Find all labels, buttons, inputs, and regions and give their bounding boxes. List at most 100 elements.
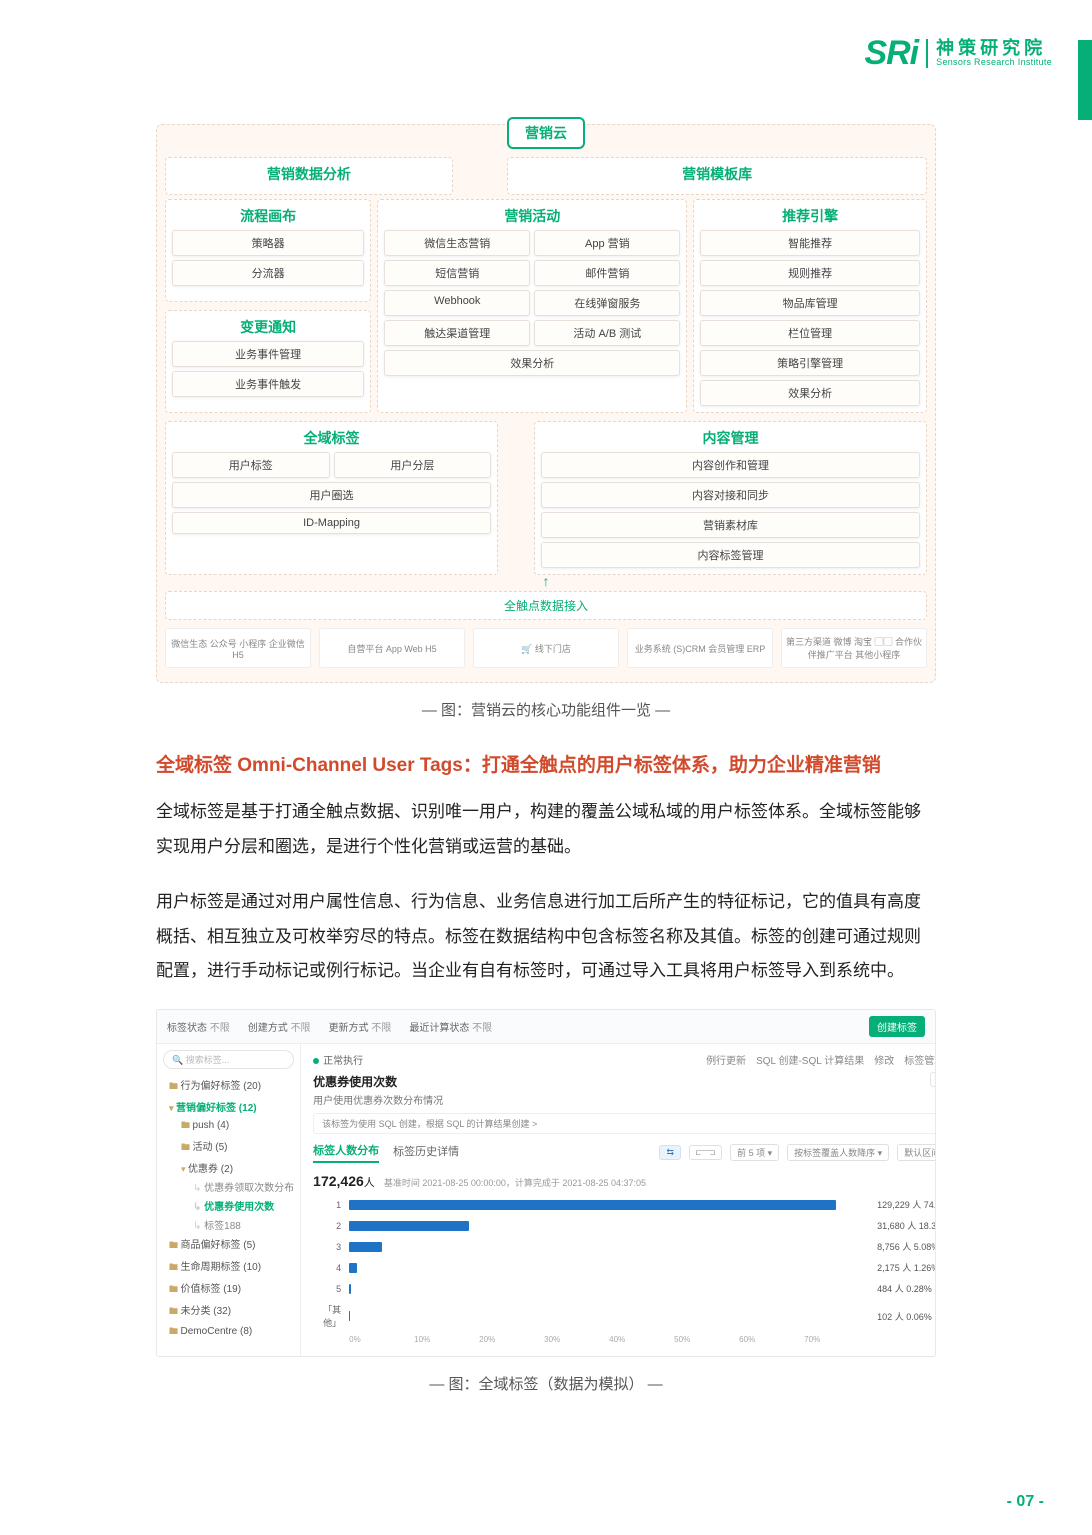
- filter: 最近计算状态 不限: [409, 1019, 498, 1034]
- tree-item[interactable]: 优惠券使用次数: [169, 1196, 294, 1215]
- brand-mark: SRi: [864, 34, 918, 73]
- tree-item[interactable]: 生命周期标签 (10): [169, 1256, 294, 1278]
- channel-box: 业务系统 (S)CRM 会员管理 ERP: [627, 628, 773, 668]
- tree-item[interactable]: 活动 (5): [169, 1136, 294, 1158]
- tag-tree[interactable]: 🔍 搜索标签... 行为偏好标签 (20)营销偏好标签 (12)push (4)…: [157, 1044, 301, 1356]
- tree-item[interactable]: DemoCentre (8): [169, 1322, 294, 1342]
- panel-head-activity: 营销活动: [384, 204, 680, 230]
- filter: 创建方式 不限: [248, 1019, 317, 1034]
- cell: 用户分层: [334, 452, 492, 478]
- bar-row: 「其他」102 人 0.06%: [313, 1303, 936, 1329]
- brand-lockup: SRi 神策研究院 Sensors Research Institute: [864, 34, 1052, 73]
- cell: 用户圈选: [172, 482, 491, 508]
- panel-head-tags: 全域标签: [172, 426, 491, 452]
- paragraph: 用户标签是通过对用户属性信息、行为信息、业务信息进行加工后所产生的特征标记，它的…: [156, 885, 936, 990]
- diagram-title-badge: 营销云: [507, 117, 585, 149]
- status-badge: 正常执行: [313, 1052, 363, 1067]
- channel-row: 微信生态 公众号 小程序 企业微信 H5 自营平台 App Web H5 🛒 线…: [165, 628, 927, 668]
- page-number: - 07 -: [1007, 1493, 1044, 1511]
- figure-caption-2: — 图：全域标签（数据为模拟） —: [156, 1373, 936, 1394]
- panel-head-recommend: 推荐引擎: [700, 204, 920, 230]
- tag-detail-pane: 正常执行 例行更新 SQL 创建-SQL 计算结果 修改 标签管理员 优惠券使用…: [301, 1044, 936, 1356]
- tab-bar: 标签人数分布 标签历史详情 ⇆ ⫍⫎ 前 5 项 ▾ 按标签覆盖人数降序 ▾ 默…: [313, 1142, 936, 1163]
- bar-row: 5484 人 0.28%: [313, 1282, 936, 1295]
- data-access-bar: 全触点数据接入: [165, 591, 927, 620]
- sort-select[interactable]: 按标签覆盖人数降序 ▾: [787, 1144, 889, 1161]
- cell: 营销素材库: [541, 512, 920, 538]
- cell: 效果分析: [700, 380, 920, 406]
- section-heading: 全域标签 Omni-Channel User Tags：打通全触点的用户标签体系…: [156, 750, 936, 777]
- tree-item[interactable]: 优惠券领取次数分布: [169, 1177, 294, 1196]
- filter: 更新方式 不限: [329, 1019, 398, 1034]
- cell: 分流器: [172, 260, 364, 286]
- cell: 短信营销: [384, 260, 530, 286]
- chart-type-toggle[interactable]: ⇆: [659, 1145, 681, 1160]
- bar-row: 42,175 人 1.26%: [313, 1261, 936, 1274]
- cell: 业务事件触发: [172, 371, 364, 397]
- meta-item[interactable]: 修改: [874, 1052, 894, 1067]
- cell: 策略器: [172, 230, 364, 256]
- cell: 内容对接和同步: [541, 482, 920, 508]
- filter-bar: 标签状态 不限 创建方式 不限 更新方式 不限 最近计算状态 不限 创建标签: [157, 1010, 935, 1044]
- bar-row: 1129,229 人 74.95%: [313, 1198, 936, 1211]
- tab-distribution[interactable]: 标签人数分布: [313, 1142, 379, 1163]
- cell: 内容创作和管理: [541, 452, 920, 478]
- cell: 效果分析: [384, 350, 680, 376]
- channel-box: 自营平台 App Web H5: [319, 628, 465, 668]
- bar-row: 38,756 人 5.08%: [313, 1240, 936, 1253]
- tags-screenshot: 标签状态 不限 创建方式 不限 更新方式 不限 最近计算状态 不限 创建标签 🔍…: [156, 1009, 936, 1357]
- meta-item[interactable]: 例行更新: [706, 1052, 746, 1067]
- tree-item[interactable]: 行为偏好标签 (20): [169, 1075, 294, 1097]
- figure-caption-1: — 图：营销云的核心功能组件一览 —: [156, 699, 936, 720]
- meta-item: SQL 创建-SQL 计算结果: [756, 1052, 864, 1067]
- tree-item[interactable]: 优惠券 (2): [169, 1158, 294, 1177]
- panel-head-templates: 营销模板库: [514, 162, 920, 188]
- cell-id-mapping: ID-Mapping: [172, 512, 491, 534]
- tree-item[interactable]: 价值标签 (19): [169, 1278, 294, 1300]
- tree-item[interactable]: push (4): [169, 1116, 294, 1136]
- tree-item[interactable]: 商品偏好标签 (5): [169, 1234, 294, 1256]
- tree-item[interactable]: 标签188: [169, 1215, 294, 1234]
- range-select[interactable]: 默认区间 ▾: [897, 1144, 936, 1161]
- create-tag-button[interactable]: 创建标签: [869, 1016, 925, 1037]
- cell: 策略引擎管理: [700, 350, 920, 376]
- filter: 标签状态 不限: [167, 1019, 236, 1034]
- cell: 业务事件管理: [172, 341, 364, 367]
- cell: 微信生态营销: [384, 230, 530, 256]
- marketing-cloud-diagram: 营销云 营销数据分析 营销模板库 流程画布 策略器 分流器: [156, 124, 936, 683]
- cell: 栏位管理: [700, 320, 920, 346]
- cell: 用户标签: [172, 452, 330, 478]
- bar-row: 231,680 人 18.37%: [313, 1219, 936, 1232]
- cell: App 营销: [534, 230, 680, 256]
- cell: 活动 A/B 测试: [534, 320, 680, 346]
- cell: 在线弹窗服务: [534, 290, 680, 316]
- panel-head-canvas: 流程画布: [172, 204, 364, 230]
- chart-mode-toggle[interactable]: ⫍⫎: [689, 1145, 722, 1160]
- search-input[interactable]: 🔍 搜索标签...: [163, 1050, 294, 1069]
- tab-history[interactable]: 标签历史详情: [393, 1143, 459, 1162]
- cell: Webhook: [384, 290, 530, 316]
- channel-box: 🛒 线下门店: [473, 628, 619, 668]
- brand-name-cn: 神策研究院: [936, 39, 1052, 58]
- paragraph: 全域标签是基于打通全触点数据、识别唯一用户，构建的覆盖公域私域的用户标签体系。全…: [156, 795, 936, 865]
- connector-arrow-icon: ↑: [165, 575, 927, 589]
- panel-head-content: 内容管理: [541, 426, 920, 452]
- tag-subtitle: 用户使用优惠券次数分布情况: [313, 1092, 936, 1107]
- channel-box: 第三方渠道 微博 淘宝 ▢▢ 合作伙伴推广平台 其他小程序: [781, 628, 927, 668]
- sql-hint[interactable]: 该标签为使用 SQL 创建，根据 SQL 的计算结果创建 >: [313, 1113, 936, 1134]
- cell: 内容标签管理: [541, 542, 920, 568]
- more-menu-button[interactable]: ···: [930, 1072, 936, 1087]
- summary-line: 172,426人 基准时间 2021-08-25 00:00:00，计算完成于 …: [313, 1173, 936, 1190]
- tree-item[interactable]: 未分类 (32): [169, 1300, 294, 1322]
- cell: 触达渠道管理: [384, 320, 530, 346]
- tag-title: 优惠券使用次数: [313, 1073, 936, 1090]
- channel-box: 微信生态 公众号 小程序 企业微信 H5: [165, 628, 311, 668]
- topn-select[interactable]: 前 5 项 ▾: [730, 1144, 779, 1161]
- cell: 邮件营销: [534, 260, 680, 286]
- cell: 智能推荐: [700, 230, 920, 256]
- tree-item[interactable]: 营销偏好标签 (12): [169, 1097, 294, 1116]
- cell: 物品库管理: [700, 290, 920, 316]
- brand-name-en: Sensors Research Institute: [936, 58, 1052, 67]
- edge-accent: [1078, 40, 1092, 120]
- cell: 规则推荐: [700, 260, 920, 286]
